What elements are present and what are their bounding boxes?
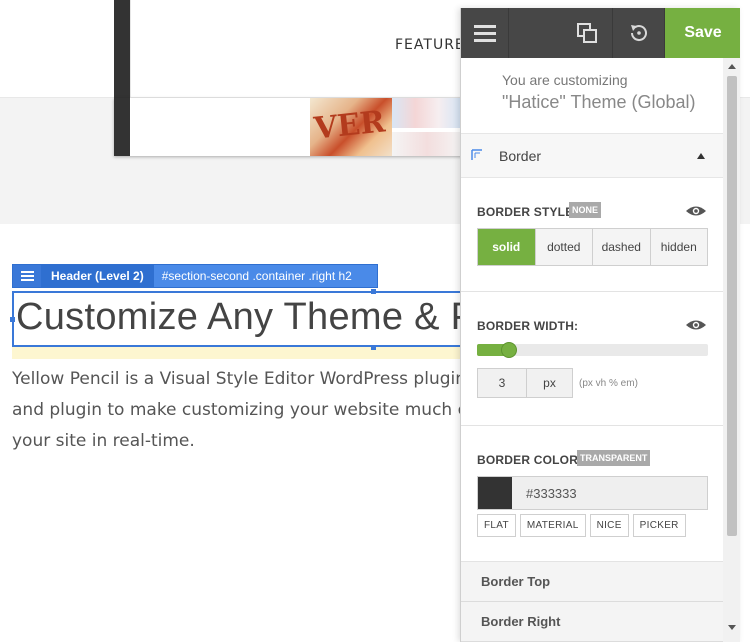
paragraph-line: and plugin to make customizing your webs… (12, 400, 460, 420)
border-width-input-group: 3 px (px vh % em) (477, 368, 638, 398)
border-style-badge: NONE (569, 202, 602, 218)
customizer-panel: Save You are customizing "Hatice" Theme … (460, 8, 740, 642)
border-color-input[interactable]: #333333 (477, 476, 708, 510)
color-palette-tabs: FLAT MATERIAL NICE PICKER (477, 514, 686, 537)
palette-tab-nice[interactable]: NICE (589, 514, 629, 537)
palette-tab-picker[interactable]: PICKER (632, 514, 686, 537)
palette-tab-flat[interactable]: FLAT (477, 514, 516, 537)
border-width-option: BORDER WIDTH: 3 px (px vh % em) (461, 292, 723, 426)
eye-icon[interactable] (685, 319, 707, 331)
resize-handle-top[interactable] (371, 289, 376, 294)
border-color-badge[interactable]: TRANSPARENT (577, 450, 651, 466)
customizing-info: You are customizing "Hatice" Theme (Glob… (461, 58, 723, 134)
element-toolbar[interactable]: Header (Level 2) #section-second .contai… (12, 264, 378, 288)
hamburger-icon (473, 24, 496, 42)
panel-toolbar: Save (461, 8, 740, 58)
customizing-subtitle: You are customizing (502, 72, 628, 88)
hero-image-tile-2 (392, 98, 462, 128)
border-right-section[interactable]: Border Right (461, 602, 723, 642)
undo-icon (630, 25, 647, 42)
page-paragraph: Yellow Pencil is a Visual Style Editor W… (12, 364, 460, 457)
border-style-dashed[interactable]: dashed (593, 229, 651, 265)
border-width-slider[interactable] (477, 342, 708, 358)
hero-tile-text: VER (312, 104, 387, 147)
border-style-solid[interactable]: solid (478, 229, 536, 265)
resize-handle-bottom[interactable] (371, 345, 376, 350)
border-section-header[interactable]: Border (461, 134, 723, 178)
border-style-hidden[interactable]: hidden (650, 229, 707, 265)
border-top-section[interactable]: Border Top (461, 562, 723, 602)
border-style-option: BORDER STYLE: NONE solid dotted dashed h… (461, 178, 723, 292)
element-menu-icon[interactable] (13, 265, 41, 287)
border-width-label: BORDER WIDTH: (477, 319, 579, 333)
color-hex-value[interactable]: #333333 (512, 486, 577, 501)
hero-image-tile-3 (392, 132, 462, 156)
slider-handle[interactable] (501, 342, 517, 358)
border-width-unit-hint: (px vh % em) (579, 377, 638, 389)
element-padding-highlight (12, 347, 482, 359)
customizing-theme: "Hatice" Theme (Global) (502, 92, 696, 112)
palette-tab-material[interactable]: MATERIAL (519, 514, 586, 537)
border-width-input[interactable]: 3 (477, 368, 527, 398)
color-swatch[interactable] (478, 477, 512, 509)
paragraph-line: your site in real-time. (12, 431, 195, 451)
border-style-label: BORDER STYLE: (477, 205, 578, 219)
panel-body: You are customizing "Hatice" Theme (Glob… (461, 58, 723, 642)
resize-handle-left[interactable] (10, 317, 15, 322)
selected-element-outline[interactable] (12, 291, 482, 347)
scroll-down-icon[interactable] (728, 625, 736, 630)
border-color-option: BORDER COLOR: TRANSPARENT #333333 FLAT M… (461, 426, 723, 562)
save-button[interactable]: Save (665, 8, 740, 58)
panel-scrollbar[interactable] (723, 58, 740, 642)
border-style-selector: solid dotted dashed hidden (477, 228, 708, 266)
border-width-unit[interactable]: px (527, 368, 573, 398)
hero-frame-divider (130, 0, 131, 98)
panel-menu-button[interactable] (461, 8, 509, 58)
scrollbar-thumb[interactable] (727, 76, 737, 536)
border-color-label: BORDER COLOR: (477, 453, 583, 467)
element-type-label: Header (Level 2) (41, 265, 154, 287)
border-section-title: Border (499, 147, 542, 164)
scroll-up-icon[interactable] (728, 64, 736, 69)
collapse-arrow-icon[interactable] (697, 153, 705, 159)
paragraph-line: Yellow Pencil is a Visual Style Editor W… (12, 369, 460, 389)
responsive-button[interactable] (561, 8, 613, 58)
element-selector-path: #section-second .container .right h2 (161, 269, 352, 283)
hero-image-tile: VER (310, 98, 392, 156)
responsive-icon (576, 23, 597, 43)
history-button[interactable] (613, 8, 665, 58)
border-icon (471, 149, 482, 160)
border-style-dotted[interactable]: dotted (535, 229, 593, 265)
hero-frame-edge (114, 0, 130, 98)
eye-icon[interactable] (685, 205, 707, 217)
hero-frame-edge-lower (114, 98, 130, 156)
